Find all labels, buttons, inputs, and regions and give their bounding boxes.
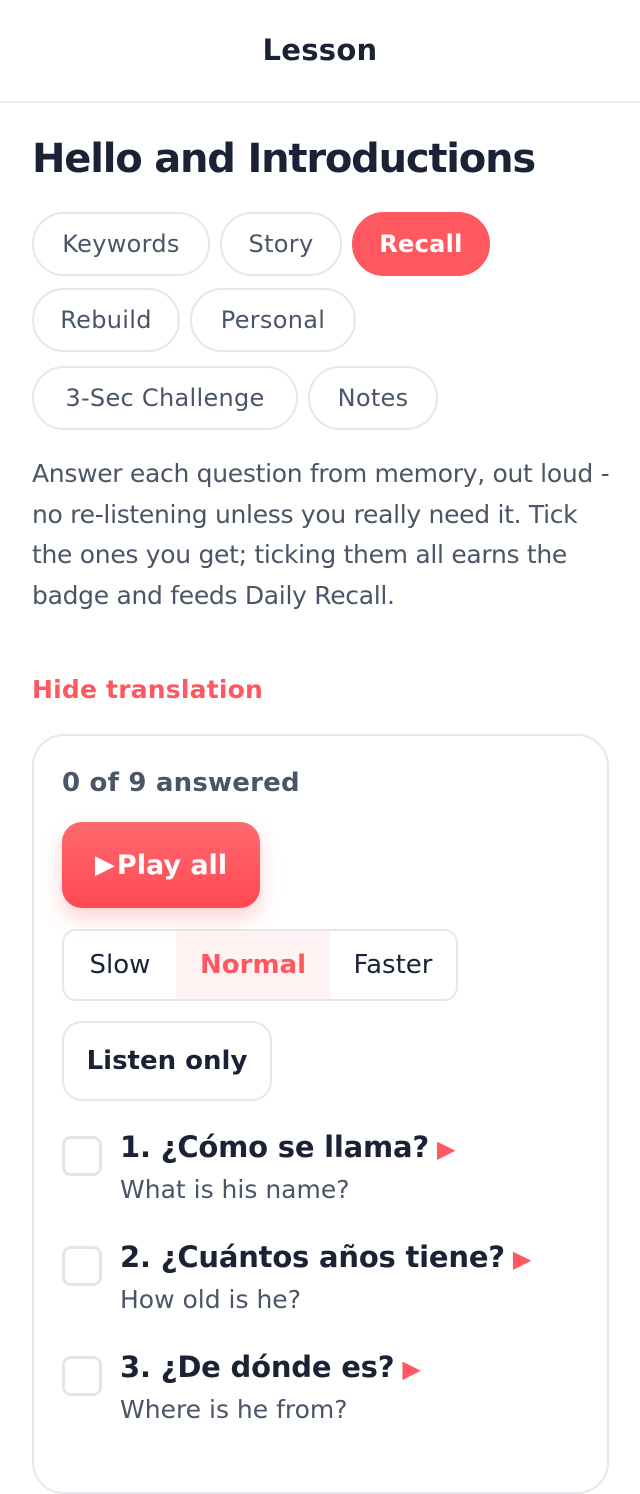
tab-notes[interactable]: Notes — [308, 366, 438, 430]
recall-instructions: Answer each question from memory, out lo… — [32, 459, 610, 610]
question-text: 3. ¿De dónde es? — [120, 1350, 395, 1384]
tab-personal[interactable]: Personal — [190, 288, 356, 352]
question-translation: What is his name? — [120, 1175, 350, 1204]
lesson-title: Hello and Introductions — [32, 136, 536, 182]
top-bar: Lesson — [0, 0, 640, 103]
speed-slow[interactable]: Slow — [64, 931, 176, 999]
listen-only-button[interactable]: Listen only — [62, 1021, 272, 1101]
question-checkbox[interactable] — [62, 1136, 102, 1176]
speed-normal[interactable]: Normal — [176, 931, 330, 999]
play-all-button[interactable]: ▶ Play all — [62, 822, 260, 908]
speed-faster[interactable]: Faster — [330, 931, 456, 999]
question-translation: How old is he? — [120, 1285, 301, 1314]
recall-card: 0 of 9 answered ▶ Play all Slow Normal F… — [32, 734, 609, 1494]
tab-rebuild[interactable]: Rebuild — [32, 288, 180, 352]
play-icon: ▶ — [94, 850, 115, 880]
play-icon[interactable]: ▶ — [402, 1355, 420, 1383]
play-all-label: Play all — [116, 849, 228, 881]
tab-keywords[interactable]: Keywords — [32, 212, 210, 276]
question-text: 1. ¿Cómo se llama? — [120, 1130, 430, 1164]
play-icon[interactable]: ▶ — [437, 1135, 455, 1163]
play-icon[interactable]: ▶ — [513, 1245, 531, 1273]
playback-speed-selector: Slow Normal Faster — [62, 929, 458, 1001]
question-checkbox[interactable] — [62, 1356, 102, 1396]
question-checkbox[interactable] — [62, 1246, 102, 1286]
page-title: Lesson — [262, 32, 378, 67]
question-text: 2. ¿Cuántos años tiene? — [120, 1240, 505, 1274]
hide-translation-link[interactable]: Hide translation — [32, 675, 263, 704]
tab-3-sec-challenge[interactable]: 3-Sec Challenge — [32, 366, 298, 430]
tab-recall[interactable]: Recall — [352, 212, 490, 276]
answered-progress: 0 of 9 answered — [62, 768, 300, 798]
question-translation: Where is he from? — [120, 1395, 348, 1424]
tab-story[interactable]: Story — [220, 212, 342, 276]
